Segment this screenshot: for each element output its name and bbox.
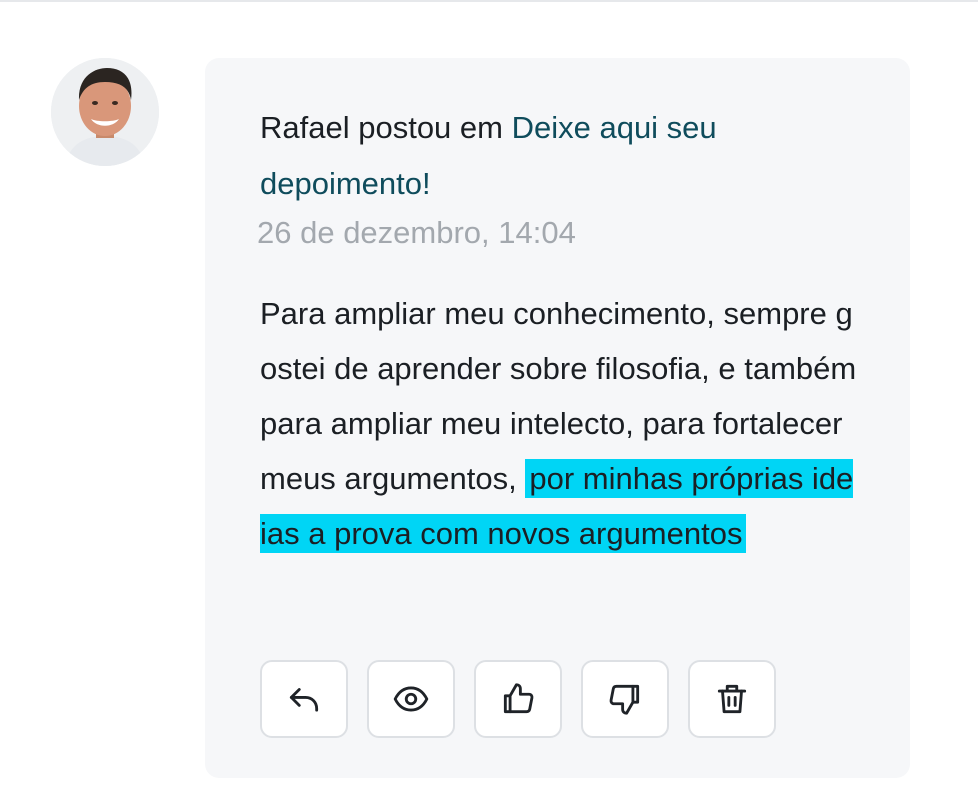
thumbs-up-icon: [503, 683, 534, 714]
eye-icon: [393, 686, 429, 712]
reply-icon: [289, 688, 319, 712]
post-card: Rafael postou em Deixe aqui seu depoimen…: [205, 58, 910, 778]
post-timestamp: 26 de dezembro, 14:04: [257, 215, 576, 250]
avatar-portrait: [51, 58, 159, 166]
like-button[interactable]: [474, 660, 562, 738]
action-bar: [260, 660, 776, 738]
trash-icon: [717, 684, 747, 714]
avatar[interactable]: [51, 58, 159, 166]
dislike-button[interactable]: [581, 660, 669, 738]
post-action-text: postou em: [349, 110, 512, 145]
post-header: Rafael postou em Deixe aqui seu depoimen…: [260, 100, 860, 212]
author-name[interactable]: Rafael: [260, 110, 350, 145]
thumbs-down-icon: [609, 684, 640, 715]
delete-button[interactable]: [688, 660, 776, 738]
view-button[interactable]: [367, 660, 455, 738]
top-divider: [0, 0, 978, 2]
reply-button[interactable]: [260, 660, 348, 738]
post-body: Para ampliar meu conhecimento, sempre go…: [260, 286, 860, 561]
